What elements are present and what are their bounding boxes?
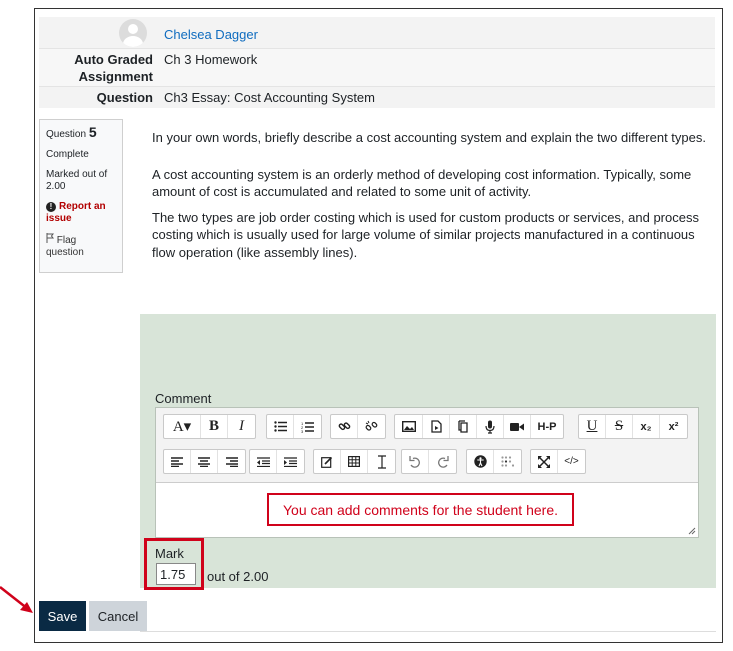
toolbar-group-indent <box>249 449 305 474</box>
h5p-icon[interactable]: H-P <box>531 415 563 438</box>
avatar <box>119 19 147 47</box>
toolbar-group-view: </> <box>530 449 586 474</box>
image-icon[interactable] <box>395 415 423 438</box>
student-row: Chelsea Dagger <box>39 17 715 49</box>
question-prompt: In your own words, briefly describe a co… <box>152 130 706 145</box>
manage-files-icon[interactable] <box>450 415 477 438</box>
underline-icon[interactable]: U <box>579 415 606 438</box>
mark-label: Mark <box>155 546 184 561</box>
clear-formatting-icon[interactable] <box>368 450 395 473</box>
mark-out-of: out of 2.00 <box>207 569 269 584</box>
grading-form: Chelsea Dagger Auto Graded Assignment Ch… <box>34 8 723 643</box>
question-number-value: 5 <box>88 124 97 140</box>
equation-icon[interactable] <box>314 450 341 473</box>
exclamation-icon: ! <box>46 202 56 212</box>
mark-input[interactable] <box>156 563 196 585</box>
divider <box>140 631 716 632</box>
svg-text:3: 3 <box>301 429 304 433</box>
question-state: Complete <box>46 149 89 160</box>
toolbar-group-style: A▾ B I <box>163 414 256 439</box>
outdent-icon[interactable] <box>250 450 277 473</box>
toolbar-group-media: H-P <box>394 414 564 439</box>
link-icon[interactable] <box>331 415 358 438</box>
superscript-icon[interactable]: x² <box>660 415 687 438</box>
unordered-list-icon[interactable] <box>267 415 294 438</box>
ordered-list-icon[interactable]: 123 <box>294 415 321 438</box>
question-label: Question <box>96 90 153 105</box>
question-number: Question 5 <box>46 124 116 141</box>
assignment-value: Ch 3 Homework <box>164 52 258 67</box>
record-video-icon[interactable] <box>504 415 531 438</box>
fullscreen-icon[interactable] <box>531 450 558 473</box>
flag-icon <box>46 233 54 243</box>
flag-question-link[interactable]: Flag question <box>46 233 116 259</box>
cancel-button[interactable]: Cancel <box>89 601 147 631</box>
font-color-icon[interactable]: A▾ <box>164 415 201 438</box>
question-value: Ch3 Essay: Cost Accounting System <box>164 90 375 105</box>
table-icon[interactable] <box>341 450 368 473</box>
toolbar-group-links <box>330 414 386 439</box>
answer-paragraph-2: The two types are job order costing whic… <box>152 209 699 260</box>
annotation-callout: You can add comments for the student her… <box>267 493 574 526</box>
undo-icon[interactable] <box>402 450 429 473</box>
question-grade-info: Marked out of 2.00 <box>46 169 108 192</box>
toolbar-group-a11y <box>466 449 522 474</box>
question-row: Question Ch3 Essay: Cost Accounting Syst… <box>39 87 715 108</box>
strikethrough-icon[interactable]: S <box>606 415 633 438</box>
assignment-row: Auto Graded Assignment Ch 3 Homework <box>39 49 715 87</box>
align-right-icon[interactable] <box>218 450 245 473</box>
save-button[interactable]: Save <box>39 601 86 631</box>
screenreader-helper-icon[interactable] <box>494 450 521 473</box>
toolbar-group-align <box>163 449 246 474</box>
indent-icon[interactable] <box>277 450 304 473</box>
italic-icon[interactable]: I <box>228 415 255 438</box>
toolbar-group-history <box>401 449 457 474</box>
assignment-label: Auto Graded Assignment <box>74 52 153 84</box>
toolbar-group-format: U S x₂ x² <box>578 414 688 439</box>
comment-label: Comment <box>155 391 212 406</box>
comment-textarea[interactable]: You can add comments for the student her… <box>156 484 698 537</box>
comment-editor: A▾ B I 123 H-P U S x₂ x² </> You can add… <box>155 407 699 538</box>
unlink-icon[interactable] <box>358 415 385 438</box>
question-info: Question 5 Complete Marked out of 2.00 !… <box>39 119 123 273</box>
toolbar-group-insert <box>313 449 396 474</box>
accessibility-checker-icon[interactable] <box>467 450 494 473</box>
media-icon[interactable] <box>423 415 450 438</box>
grading-panel: Comment A▾ B I 123 H-P U S x₂ x² </> You… <box>140 314 716 590</box>
align-left-icon[interactable] <box>164 450 191 473</box>
resize-handle-icon[interactable] <box>687 526 696 535</box>
answer-paragraph-1: A cost accounting system is an orderly m… <box>152 166 692 200</box>
subscript-icon[interactable]: x₂ <box>633 415 660 438</box>
student-name-link[interactable]: Chelsea Dagger <box>164 26 258 43</box>
toolbar-group-lists: 123 <box>266 414 322 439</box>
annotation-arrow-icon <box>0 586 33 613</box>
redo-icon[interactable] <box>429 450 456 473</box>
editor-toolbar: A▾ B I 123 H-P U S x₂ x² </> <box>156 408 698 483</box>
align-center-icon[interactable] <box>191 450 218 473</box>
report-issue-link[interactable]: ! Report an issue <box>46 201 116 225</box>
bold-icon[interactable]: B <box>201 415 228 438</box>
question-prefix: Question <box>46 129 87 140</box>
record-audio-icon[interactable] <box>477 415 504 438</box>
html-icon[interactable]: </> <box>558 450 585 473</box>
question-content: In your own words, briefly describe a co… <box>152 129 712 269</box>
